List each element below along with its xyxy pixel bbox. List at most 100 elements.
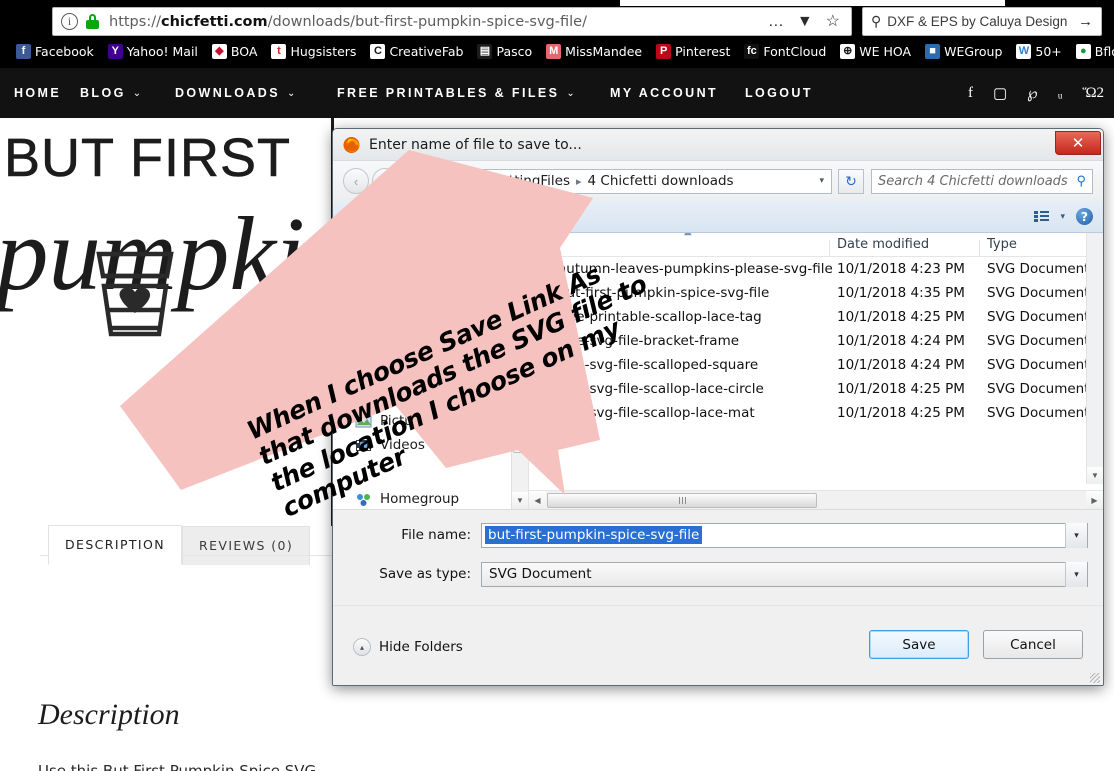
chevron-down-icon[interactable]: ▾ xyxy=(819,176,824,186)
file-list-vertical-scrollbar[interactable]: ▼ xyxy=(1086,233,1103,484)
page-actions-menu-icon[interactable]: … xyxy=(768,13,784,30)
dialog-search-input[interactable]: Search 4 Chicfetti downloads ⚲ xyxy=(871,168,1093,194)
bookmark-creativefab[interactable]: C CreativeFab xyxy=(370,43,463,59)
page-info-icon[interactable]: i xyxy=(61,13,78,30)
tree-item-folder[interactable] xyxy=(333,257,528,281)
bookmark-label: Pinterest xyxy=(675,43,731,59)
nav-item-logout[interactable]: LOGOUT xyxy=(745,86,813,100)
nav-item-downloads[interactable]: DOWNLOADS ⌄ xyxy=(175,86,298,100)
nav-item-label: BLOG xyxy=(80,86,126,100)
twitter-icon[interactable]: ᵤ xyxy=(1058,85,1063,102)
file-list-scroll-down-icon[interactable]: ▼ xyxy=(1087,467,1103,484)
svg-text:e: e xyxy=(540,361,545,373)
breadcrumb-segment-1[interactable]: « 4SVGCuttingFiles xyxy=(442,173,570,189)
address-bar-actions: … ▼ ☆ xyxy=(660,7,852,36)
bookmark-wegroup[interactable]: ■ WEGroup xyxy=(925,43,1002,59)
hide-folders-button[interactable]: ▴ Hide Folders xyxy=(353,638,463,656)
dialog-footer: ▴ Hide Folders Save Cancel xyxy=(333,605,1103,685)
tab-reviews-0-[interactable]: REVIEWS (0) xyxy=(182,526,311,565)
search-go-icon[interactable]: → xyxy=(1078,13,1093,30)
save-button[interactable]: Save xyxy=(869,630,969,659)
close-icon[interactable]: ✕ xyxy=(1055,131,1101,155)
bookmark-fontcloud[interactable]: fc FontCloud xyxy=(744,43,826,59)
file-list-horizontal-scrollbar[interactable]: ◀ ▶ xyxy=(529,490,1103,509)
nav-item-blog[interactable]: BLOG ⌄ xyxy=(80,86,144,100)
file-row[interactable]: e free-svg-file-scallop-lace-mat 10/1/2018… xyxy=(529,401,1103,425)
file-row[interactable]: e free-printable-scallop-lace-tag 10/1/201… xyxy=(529,305,1103,329)
file-row[interactable]: e free-svg-file-bracket-frame 10/1/2018 4:… xyxy=(529,329,1103,353)
tree-item-videos[interactable]: Videos xyxy=(333,433,528,457)
file-name-dropdown-icon[interactable]: ▾ xyxy=(1065,522,1087,548)
bookmark-label: Hugsisters xyxy=(290,43,357,59)
nav-item-my-account[interactable]: MY ACCOUNT xyxy=(610,86,718,100)
tree-scroll-down-icon[interactable]: ▼ xyxy=(512,492,528,509)
nav-item-home[interactable]: HOME xyxy=(14,86,61,100)
file-row[interactable]: e free-svg-file-scallop-lace-circle 10/1/2… xyxy=(529,377,1103,401)
view-list-icon[interactable] xyxy=(1034,210,1050,223)
file-list-scroll-right-icon[interactable]: ▶ xyxy=(1086,491,1103,509)
videos-icon xyxy=(356,439,371,451)
save-as-type-value: SVG Document xyxy=(489,566,592,582)
history-caret-icon[interactable]: ▾ xyxy=(403,176,408,187)
file-row[interactable]: e free-svg-file-scalloped-square 10/1/2018… xyxy=(529,353,1103,377)
bookmark-50-[interactable]: W 50+ xyxy=(1016,43,1062,59)
tree-item-homegroup[interactable]: Homegroup xyxy=(333,487,528,509)
file-name-input[interactable]: but-first-pumpkin-spice-svg-file ▾ xyxy=(481,522,1088,548)
bookmark-bflofoods[interactable]: ●BfloFoods xyxy=(1075,43,1114,59)
file-name-text: free-printable-scallop-lace-tag xyxy=(558,309,762,325)
tree-scrollbar[interactable]: ▲ ▼ xyxy=(511,233,528,509)
svg-text:e: e xyxy=(540,409,545,421)
facebook-icon[interactable]: f xyxy=(968,85,973,102)
help-icon[interactable]: ? xyxy=(1076,208,1093,225)
bookmark-yahoo-mail[interactable]: Y Yahoo! Mail xyxy=(107,43,198,59)
file-row[interactable]: e but-first-pumpkin-spice-svg-file 10/1/20… xyxy=(529,281,1103,305)
bookmark-pasco[interactable]: ▤ Pasco xyxy=(477,43,532,59)
social-links: f ▢ ℘ ᵤ Ὥ2 xyxy=(968,68,1104,118)
file-list-scroll-left-icon[interactable]: ◀ xyxy=(529,491,546,509)
pinterest-icon[interactable]: ℘ xyxy=(1027,84,1037,103)
pocket-icon[interactable]: ▼ xyxy=(797,13,813,30)
save-as-type-dropdown-icon[interactable]: ▾ xyxy=(1065,561,1087,587)
instagram-icon[interactable]: ▢ xyxy=(993,84,1007,103)
dialog-title-bar[interactable]: Enter name of file to save to... ✕ xyxy=(333,129,1103,161)
save-as-type-select[interactable]: SVG Document ▾ xyxy=(481,561,1088,587)
breadcrumb-segment-2[interactable]: 4 Chicfetti downloads xyxy=(588,173,734,189)
refresh-button[interactable]: ↻ xyxy=(838,168,864,194)
file-row[interactable]: e autumn-leaves-pumpkins-please-svg-file 1… xyxy=(529,257,1103,281)
breadcrumb[interactable]: « 4SVGCuttingFiles ▸ 4 Chicfetti downloa… xyxy=(413,168,832,194)
lock-icon[interactable] xyxy=(86,14,99,29)
bookmark-favicon: C xyxy=(370,43,386,59)
column-header-name[interactable]: e xyxy=(529,237,829,252)
bookmark-missmandee[interactable]: M MissMandee xyxy=(546,43,642,59)
bookmark-pinterest[interactable]: P Pinterest xyxy=(656,43,731,59)
bookmark-star-icon[interactable]: ☆ xyxy=(826,13,840,30)
product-image: BUT FIRST pumpki SPI xyxy=(0,118,332,526)
tree-item-da[interactable]: da xyxy=(333,233,528,257)
column-header-type[interactable]: Type xyxy=(979,237,1099,256)
tree-scroll-up-icon[interactable]: ▲ xyxy=(512,233,528,250)
bookmark-hugsisters[interactable]: t Hugsisters xyxy=(271,43,357,59)
description-text: Use this But First Pumpkin Spice SVG xyxy=(38,762,317,771)
cancel-button[interactable]: Cancel xyxy=(983,630,1083,659)
tree-item-pictures[interactable]: Pictures xyxy=(333,409,528,433)
dialog-nav-bar: ‹ › ▾ « 4SVGCuttingFiles ▸ 4 Chicfetti d… xyxy=(333,161,1103,201)
back-button[interactable]: ‹ xyxy=(343,168,369,194)
tree-scroll-thumb[interactable] xyxy=(513,388,527,453)
cart-icon[interactable]: Ὥ2 xyxy=(1083,85,1104,102)
nav-item-free-printables-files[interactable]: FREE PRINTABLES & FILES ⌄ xyxy=(337,86,577,100)
browser-search-bar[interactable]: ⚲ DXF & EPS by Caluya Design → xyxy=(862,7,1102,36)
bookmark-facebook[interactable]: f Facebook xyxy=(16,43,94,59)
column-header-date-modified[interactable]: Date modified xyxy=(829,237,979,256)
svg-text:e: e xyxy=(540,337,545,349)
view-caret-icon[interactable]: ▾ xyxy=(1060,211,1065,222)
resize-grip[interactable] xyxy=(1090,673,1100,683)
bookmark-we-hoa[interactable]: ⊕ WE HOA xyxy=(840,43,911,59)
file-type-cell: SVG Document xyxy=(987,261,1090,277)
file-list-hscroll-thumb[interactable] xyxy=(547,492,817,508)
tab-description[interactable]: DESCRIPTION xyxy=(48,525,183,565)
bookmark-favicon: ▤ xyxy=(477,43,493,59)
organize-button[interactable]: Organize ▾ xyxy=(343,209,416,225)
forward-button[interactable]: › xyxy=(372,168,398,194)
file-name-text: free-svg-file-scallop-lace-circle xyxy=(558,381,764,397)
bookmark-boa[interactable]: ◆ BOA xyxy=(211,43,257,59)
